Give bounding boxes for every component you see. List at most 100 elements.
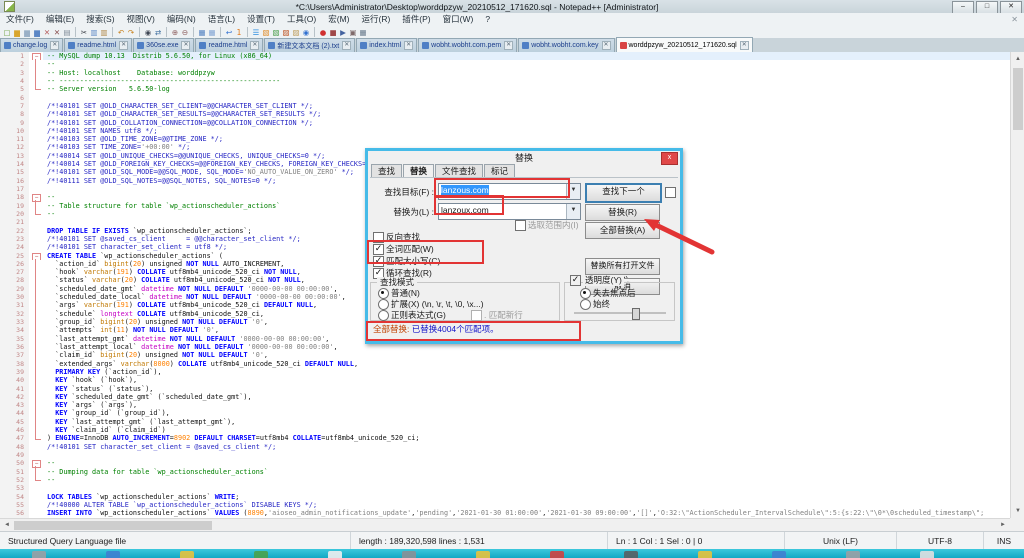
code-line[interactable]: 7/*!40101 SET @OLD_CHARACTER_SET_CLIENT=… <box>0 102 1010 110</box>
document-tab[interactable]: wobht.wobht.com.pem✕ <box>418 38 517 52</box>
dialog-close-button[interactable]: x <box>661 152 678 165</box>
document-tab[interactable]: wobht.wobht.com.key✕ <box>518 38 614 52</box>
indent-guide-icon[interactable]: ☰ <box>252 27 261 38</box>
tab-close-icon[interactable]: ✕ <box>404 41 413 50</box>
tab-close-icon[interactable]: ✕ <box>181 41 190 50</box>
code-line[interactable]: 54LOCK TABLES `wp_actionscheduler_action… <box>0 493 1010 501</box>
code-line[interactable]: 42 KEY `scheduled_date_gmt` (`scheduled_… <box>0 393 1010 401</box>
code-line[interactable]: 11/*!40103 SET @OLD_TIME_ZONE=@@TIME_ZON… <box>0 135 1010 143</box>
new-file-icon[interactable]: ▢ <box>3 27 12 38</box>
document-tab[interactable]: 360se.exe✕ <box>133 38 194 52</box>
transparency-checkbox[interactable] <box>570 275 581 286</box>
dialog-tab-文件查找[interactable]: 文件查找 <box>435 164 483 178</box>
replace-icon[interactable]: ⇄ <box>154 27 163 38</box>
vertical-scrollbar-thumb[interactable] <box>1013 68 1023 130</box>
show-all-characters-icon[interactable]: 1 <box>235 27 244 38</box>
scroll-down-arrow-icon[interactable]: ▼ <box>1011 504 1024 518</box>
zoom-out-icon[interactable]: ⊖ <box>181 27 190 38</box>
document-tab[interactable]: change.log✕ <box>0 38 63 52</box>
open-file-icon[interactable]: ▆ <box>13 27 22 38</box>
taskbar-app-3[interactable] <box>180 551 194 558</box>
document-tab[interactable]: readme.html✕ <box>195 38 263 52</box>
menu-item[interactable]: 编码(N) <box>161 13 202 26</box>
dialog-tab-查找[interactable]: 查找 <box>371 164 402 178</box>
dialog-tab-标记[interactable]: 标记 <box>484 164 515 178</box>
taskbar-app-9[interactable] <box>624 551 638 558</box>
tab-close-icon[interactable]: ✕ <box>119 41 128 50</box>
close-file-icon[interactable]: ✕ <box>43 27 52 38</box>
dropdown-arrow-icon[interactable]: ▼ <box>566 204 580 219</box>
tab-close-icon[interactable]: ✕ <box>740 41 749 50</box>
mode-regex-radio[interactable] <box>378 310 389 321</box>
code-line[interactable]: 8/*!40101 SET @OLD_CHARACTER_SET_RESULTS… <box>0 110 1010 118</box>
code-line[interactable]: 52-- <box>0 476 1010 484</box>
taskbar-app-13[interactable] <box>920 551 934 558</box>
code-line[interactable]: 45 KEY `last_attempt_gmt` (`last_attempt… <box>0 418 1010 426</box>
code-line[interactable]: 36 `last_attempt_local` datetime NOT NUL… <box>0 343 1010 351</box>
taskbar-app-5[interactable] <box>328 551 342 558</box>
cut-icon[interactable]: ✂ <box>80 27 89 38</box>
play-macro-icon[interactable]: ▶ <box>339 27 348 38</box>
undo-icon[interactable]: ↶ <box>117 27 126 38</box>
stop-macro-icon[interactable]: ■ <box>329 27 338 38</box>
tab-close-icon[interactable]: ✕ <box>602 41 611 50</box>
find-icon[interactable]: ◉ <box>144 27 153 38</box>
taskbar-app-12[interactable] <box>846 551 860 558</box>
document-tab[interactable]: 新建文本文档 (2).txt✕ <box>264 38 355 52</box>
tab-close-icon[interactable]: ✕ <box>250 41 259 50</box>
taskbar-app-4[interactable] <box>254 551 268 558</box>
menu-item[interactable]: 编辑(E) <box>40 13 80 26</box>
redo-icon[interactable]: ↷ <box>127 27 136 38</box>
taskbar-app-7[interactable] <box>476 551 490 558</box>
code-line[interactable]: 10/*!40101 SET NAMES utf8 */; <box>0 127 1010 135</box>
scroll-up-arrow-icon[interactable]: ▲ <box>1011 52 1024 66</box>
document-tab[interactable]: worddpzyw_20210512_171620.sql✕ <box>616 37 753 52</box>
code-line[interactable]: 6 <box>0 94 1010 102</box>
menu-item[interactable]: 搜索(S) <box>80 13 120 26</box>
record-macro-icon[interactable]: ● <box>319 27 328 38</box>
code-line[interactable]: 47) ENGINE=InnoDB AUTO_INCREMENT=8902 DE… <box>0 434 1010 442</box>
save-macro-icon[interactable]: ▣ <box>349 27 358 38</box>
taskbar-app-11[interactable] <box>772 551 786 558</box>
taskbar-app-8[interactable] <box>550 551 564 558</box>
code-line[interactable]: 46 KEY `claim_id` (`claim_id`) <box>0 426 1010 434</box>
transparency-slider-thumb[interactable] <box>632 308 640 320</box>
menu-item[interactable]: 窗口(W) <box>437 13 480 26</box>
code-line[interactable]: 41 KEY `status` (`status`), <box>0 385 1010 393</box>
tab-close-icon[interactable]: ✕ <box>50 41 59 50</box>
transparency-on-focus-loss-radio[interactable] <box>580 288 591 299</box>
taskbar-app-1[interactable] <box>32 551 46 558</box>
menu-item[interactable]: 宏(M) <box>322 13 355 26</box>
document-tab[interactable]: index.html✕ <box>356 38 417 52</box>
save-icon[interactable]: ▆ <box>23 27 32 38</box>
view-eye-icon[interactable]: ◉ <box>302 27 311 38</box>
code-line[interactable]: 50−-- <box>0 459 1010 467</box>
taskbar-app-2[interactable] <box>106 551 120 558</box>
code-line[interactable]: 44 KEY `group_id` (`group_id`), <box>0 409 1010 417</box>
code-line[interactable]: 56INSERT INTO `wp_actionscheduler_action… <box>0 509 1010 517</box>
folder-workspace-icon[interactable]: ▨ <box>282 27 291 38</box>
code-line[interactable]: 4-- ------------------------------------… <box>0 77 1010 85</box>
code-line[interactable]: 38 `extended_args` varchar(8000) COLLATE… <box>0 360 1010 368</box>
menu-item[interactable]: 插件(P) <box>396 13 436 26</box>
horizontal-scrollbar-thumb[interactable] <box>14 521 212 530</box>
dot-matches-newline-checkbox[interactable] <box>471 310 482 321</box>
taskbar-app-10[interactable] <box>698 551 712 558</box>
paste-icon[interactable]: ▥ <box>100 27 109 38</box>
menu-item[interactable]: 视图(V) <box>121 13 161 26</box>
horizontal-scrollbar[interactable]: ◄ ► <box>0 518 1010 532</box>
save-all-icon[interactable]: ▆ <box>33 27 42 38</box>
code-line[interactable]: 49 <box>0 451 1010 459</box>
code-line[interactable]: 37 `claim_id` bigint(20) unsigned NOT NU… <box>0 351 1010 359</box>
transparency-slider[interactable] <box>574 308 666 318</box>
sync-scroll-h-icon[interactable]: ▦ <box>208 27 217 38</box>
copy-icon[interactable]: ▥ <box>90 27 99 38</box>
print-icon[interactable]: ▤ <box>63 27 72 38</box>
menubar-close-icon[interactable]: ✕ <box>1011 15 1018 24</box>
mode-extended-radio[interactable] <box>378 299 389 310</box>
doc-monitor-icon[interactable]: ▨ <box>292 27 301 38</box>
code-line[interactable]: 40 KEY `hook` (`hook`), <box>0 376 1010 384</box>
menu-item[interactable]: ? <box>479 13 496 26</box>
menu-item[interactable]: 设置(T) <box>241 13 281 26</box>
sync-scroll-v-icon[interactable]: ▦ <box>198 27 207 38</box>
